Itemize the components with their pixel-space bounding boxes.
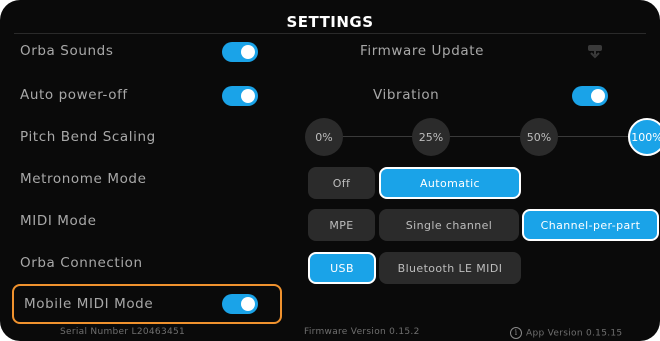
midi-option-channel-per-part[interactable]: Channel-per-part: [522, 209, 659, 241]
firmware-version: Firmware Version 0.15.2: [304, 327, 420, 337]
pitch-bend-scaling-label: Pitch Bend Scaling: [20, 129, 156, 145]
pitch-bend-option-0[interactable]: 0%: [305, 118, 343, 156]
pitch-bend-option-25[interactable]: 25%: [412, 118, 450, 156]
mobile-midi-mode-label: Mobile MIDI Mode: [24, 296, 154, 312]
orba-sounds-toggle[interactable]: [222, 42, 258, 62]
mobile-midi-mode-toggle[interactable]: [222, 294, 258, 314]
midi-option-mpe[interactable]: MPE: [308, 209, 375, 241]
midi-option-single-channel[interactable]: Single channel: [379, 209, 519, 241]
vibration-toggle[interactable]: [572, 86, 608, 106]
page-title: SETTINGS: [286, 13, 374, 31]
settings-panel: SETTINGS Orba Sounds Firmware Update Aut…: [0, 0, 660, 341]
auto-power-off-toggle[interactable]: [222, 86, 258, 106]
app-version: App Version 0.15.15: [526, 328, 623, 339]
pitch-bend-track: [322, 136, 642, 137]
toggle-knob: [241, 89, 255, 103]
vibration-label: Vibration: [373, 87, 440, 103]
settings-scroll-area[interactable]: Orba Sounds Firmware Update Auto power-o…: [0, 34, 660, 324]
metronome-option-off[interactable]: Off: [308, 167, 375, 199]
metronome-mode-label: Metronome Mode: [20, 171, 147, 187]
toggle-knob: [591, 89, 605, 103]
app-version-row: i App Version 0.15.15: [510, 327, 622, 339]
orba-sounds-label: Orba Sounds: [20, 43, 114, 59]
auto-power-off-label: Auto power-off: [20, 87, 128, 103]
toggle-knob: [241, 297, 255, 311]
firmware-update-label: Firmware Update: [360, 43, 485, 59]
serial-number: Serial Number L20463451: [60, 327, 186, 337]
orba-connection-label: Orba Connection: [20, 255, 143, 271]
info-icon[interactable]: i: [510, 327, 522, 339]
toggle-knob: [241, 45, 255, 59]
connection-option-usb[interactable]: USB: [308, 252, 376, 284]
connection-option-bluetooth[interactable]: Bluetooth LE MIDI: [379, 252, 521, 284]
pitch-bend-option-100[interactable]: 100%: [628, 118, 660, 156]
pitch-bend-option-50[interactable]: 50%: [520, 118, 558, 156]
download-icon[interactable]: [586, 45, 604, 59]
metronome-option-automatic[interactable]: Automatic: [379, 167, 521, 199]
midi-mode-label: MIDI Mode: [20, 213, 97, 229]
